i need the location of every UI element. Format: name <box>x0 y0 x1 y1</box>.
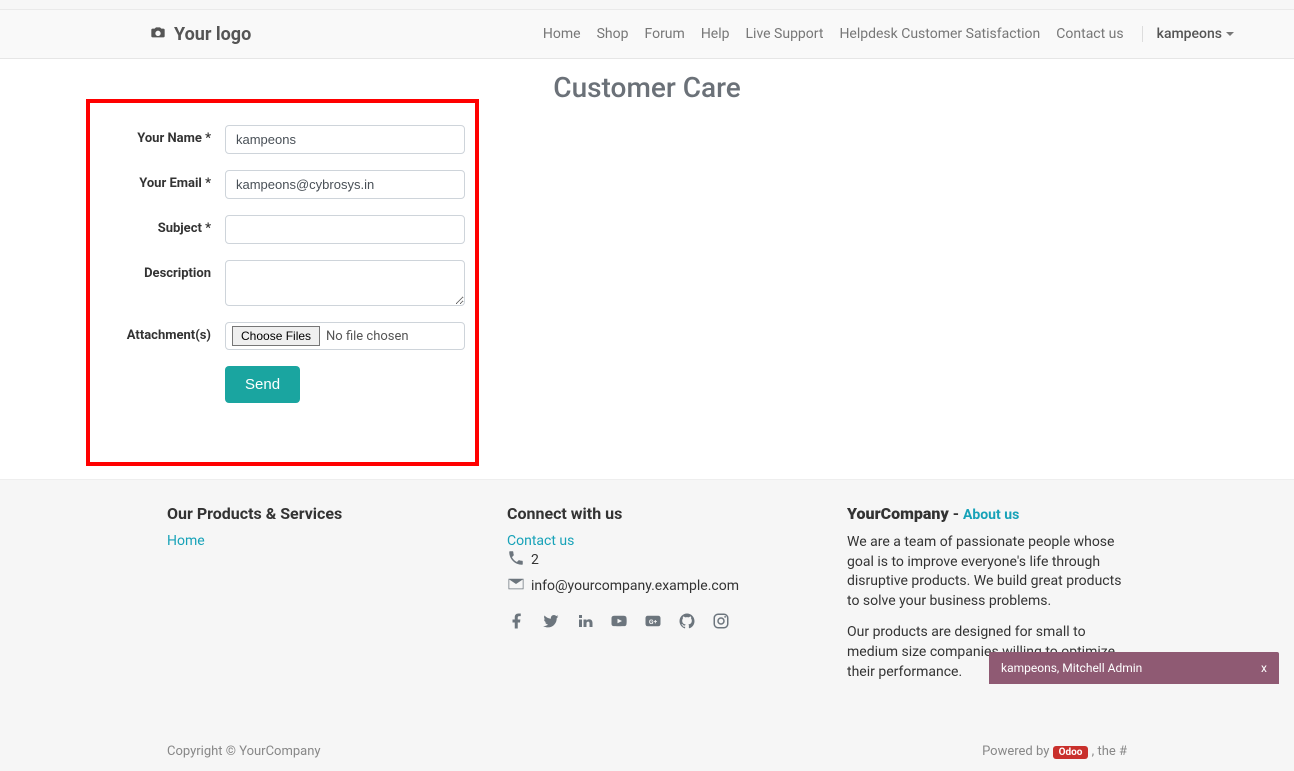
phone-number: 2 <box>531 552 539 568</box>
send-button[interactable]: Send <box>225 366 300 403</box>
page-title: Customer Care <box>0 71 1294 104</box>
social-icons: G+ <box>507 611 787 631</box>
nav-contact[interactable]: Contact us <box>1056 26 1123 42</box>
name-input[interactable] <box>225 125 465 154</box>
email-input[interactable] <box>225 170 465 199</box>
contact-form: Your Name * Your Email * Subject * Descr… <box>105 125 465 403</box>
name-label: Your Name * <box>105 125 225 146</box>
about-link[interactable]: About us <box>963 507 1019 523</box>
linkedin-icon[interactable] <box>575 611 595 631</box>
description-label: Description <box>105 260 225 281</box>
nav-home[interactable]: Home <box>543 26 581 42</box>
logo-text: Your logo <box>174 24 251 45</box>
twitter-icon[interactable] <box>541 611 561 631</box>
instagram-icon[interactable] <box>711 611 731 631</box>
email-address: info@yourcompany.example.com <box>531 578 739 594</box>
user-name: kampeons <box>1157 26 1222 42</box>
about-text-1: We are a team of passionate people whose… <box>847 533 1127 611</box>
nav-helpdesk[interactable]: Helpdesk Customer Satisfaction <box>839 26 1040 42</box>
subject-label: Subject * <box>105 215 225 236</box>
chat-widget[interactable]: kampeons, Mitchell Admin x <box>989 652 1279 684</box>
nav-forum[interactable]: Forum <box>644 26 684 42</box>
connect-title: Connect with us <box>507 504 787 523</box>
nav-live-support[interactable]: Live Support <box>746 26 824 42</box>
description-input[interactable] <box>225 260 465 306</box>
envelope-icon <box>507 575 525 597</box>
choose-files-button[interactable]: Choose Files <box>232 326 320 346</box>
caret-down-icon <box>1226 32 1234 36</box>
footer-home-link[interactable]: Home <box>167 533 205 549</box>
subject-input[interactable] <box>225 215 465 244</box>
email-line: info@yourcompany.example.com <box>507 575 787 597</box>
footer: Our Products & Services Home Connect wit… <box>0 479 1294 771</box>
phone-icon <box>507 549 525 571</box>
odoo-badge[interactable]: Odoo <box>1053 746 1089 759</box>
footer-col-connect: Connect with us Contact us 2 info@yourco… <box>507 504 787 694</box>
nav-help[interactable]: Help <box>701 26 730 42</box>
company-name: YourCompany <box>847 504 949 523</box>
email-label: Your Email * <box>105 170 225 191</box>
company-heading: YourCompany - About us <box>847 504 1127 523</box>
powered-by: Powered by Odoo , the # <box>982 744 1127 759</box>
camera-icon <box>150 24 166 44</box>
logo[interactable]: Your logo <box>150 24 251 45</box>
svg-text:G+: G+ <box>649 618 658 626</box>
facebook-icon[interactable] <box>507 611 527 631</box>
chat-close-button[interactable]: x <box>1261 661 1267 675</box>
youtube-icon[interactable] <box>609 611 629 631</box>
main-nav: Home Shop Forum Help Live Support Helpde… <box>543 26 1234 42</box>
footer-col-products: Our Products & Services Home <box>167 504 447 694</box>
copyright: Copyright © YourCompany <box>167 744 321 759</box>
nav-shop[interactable]: Shop <box>597 26 629 42</box>
file-input-wrap[interactable]: Choose Files No file chosen <box>225 322 465 350</box>
attachment-label: Attachment(s) <box>105 322 225 343</box>
googleplus-icon[interactable]: G+ <box>643 611 663 631</box>
footer-contact-link[interactable]: Contact us <box>507 533 574 549</box>
main-header: Your logo Home Shop Forum Help Live Supp… <box>0 10 1294 59</box>
file-status-text: No file chosen <box>326 329 409 344</box>
github-icon[interactable] <box>677 611 697 631</box>
products-title: Our Products & Services <box>167 504 447 523</box>
chat-title: kampeons, Mitchell Admin <box>1001 661 1142 675</box>
user-menu[interactable]: kampeons <box>1142 26 1234 42</box>
phone-line: 2 <box>507 549 787 571</box>
